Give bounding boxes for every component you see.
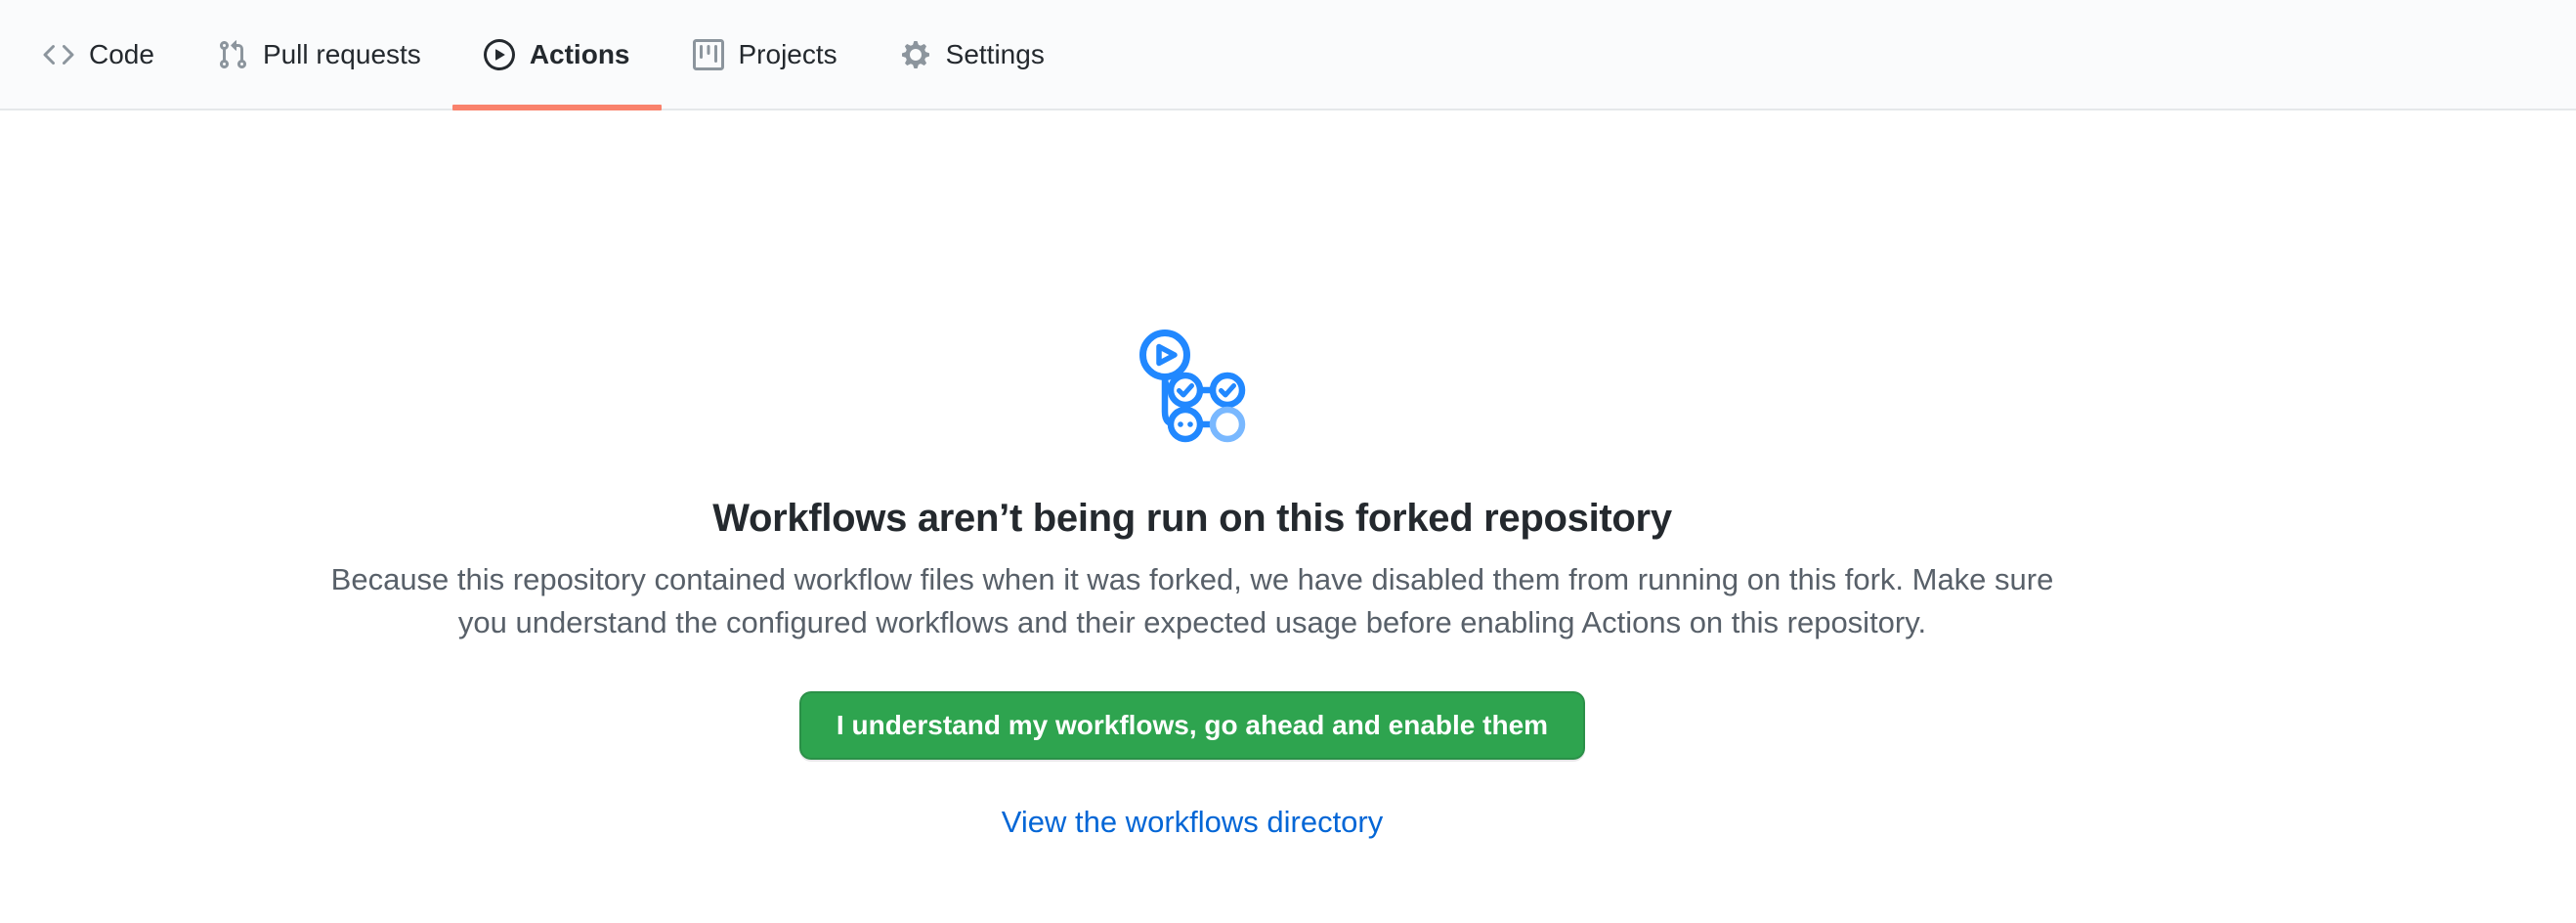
tab-label: Projects [739, 41, 837, 68]
tab-label: Pull requests [263, 41, 421, 68]
tab-code[interactable]: Code [12, 0, 186, 109]
enable-workflows-button[interactable]: I understand my workflows, go ahead and … [799, 691, 1585, 760]
repo-tab-bar: Code Pull requests Actions Projects Sett… [0, 0, 2576, 110]
actions-blankslate: Workflows aren’t being run on this forke… [0, 110, 2384, 840]
play-circle-icon [484, 39, 515, 70]
git-pull-request-icon [217, 39, 248, 70]
view-workflows-directory-link[interactable]: View the workflows directory [1002, 805, 1384, 839]
blankslate-description: Because this repository contained workfl… [322, 558, 2062, 644]
gear-icon [900, 39, 931, 70]
tab-projects[interactable]: Projects [662, 0, 869, 109]
workflow-graph-icon [1138, 328, 1246, 443]
tab-label: Actions [530, 41, 630, 68]
active-tab-underline [452, 105, 662, 110]
project-board-icon [693, 39, 724, 70]
tab-label: Settings [946, 41, 1045, 68]
tab-label: Code [89, 41, 154, 68]
tab-settings[interactable]: Settings [869, 0, 1076, 109]
code-icon [43, 39, 74, 70]
tab-actions[interactable]: Actions [452, 0, 662, 109]
blankslate-heading: Workflows aren’t being run on this forke… [0, 497, 2384, 541]
tab-pull-requests[interactable]: Pull requests [186, 0, 452, 109]
